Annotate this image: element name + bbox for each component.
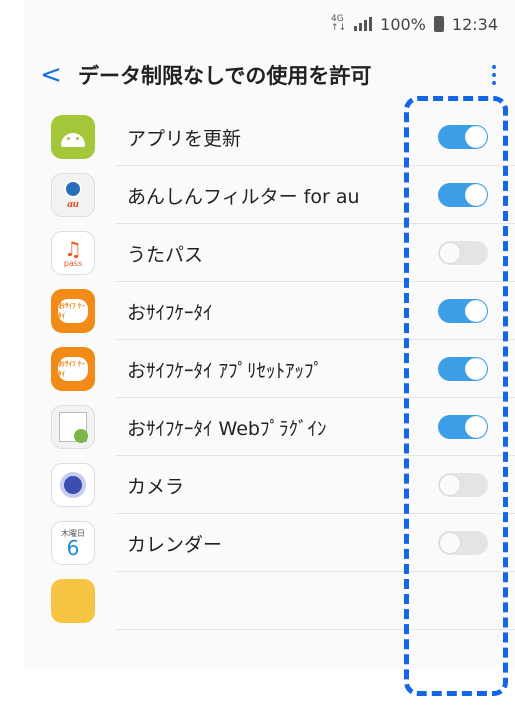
- app-partial-icon: [51, 579, 95, 623]
- app-name: アプリを更新: [127, 127, 242, 150]
- app-name: カレンダー: [127, 533, 223, 556]
- toggle-highlight-frame: [404, 96, 508, 696]
- app-name: あんしんフィルター for au: [127, 185, 360, 208]
- camera-icon: [51, 463, 95, 507]
- app-name: おｻｲﾌｹｰﾀｲ Webﾌﾟﾗｸﾞｲﾝ: [127, 417, 327, 440]
- more-options-icon[interactable]: [472, 65, 515, 85]
- battery-icon: [433, 16, 444, 32]
- app-name: うたパス: [127, 243, 204, 266]
- app-name: カメラ: [127, 475, 185, 498]
- osaifu-setup-icon: おｻｲﾌ ｹｰﾀｲ: [51, 347, 95, 391]
- app-name: おｻｲﾌｹｰﾀｲ: [127, 301, 213, 324]
- osaifu-icon: おｻｲﾌ ｹｰﾀｲ: [51, 289, 95, 333]
- clock: 12:34: [451, 14, 498, 34]
- app-name: おｻｲﾌｹｰﾀｲ ｱﾌﾟﾘｾｯﾄｱｯﾌﾟ: [127, 359, 324, 382]
- osaifu-web-icon: [51, 405, 95, 449]
- network-indicator: 4G ↑↓: [331, 15, 346, 33]
- calendar-icon: 木曜日 6: [51, 521, 95, 565]
- battery-level: 100%: [380, 14, 426, 34]
- network-activity: ↑↓: [331, 23, 347, 33]
- status-bar: 4G ↑↓ 100% 12:34: [24, 0, 515, 48]
- signal-icon: [354, 17, 373, 31]
- back-button[interactable]: <: [24, 60, 78, 90]
- back-arrow-icon: <: [40, 60, 62, 90]
- anshin-filter-icon: au: [51, 173, 95, 217]
- page-title: データ制限なしでの使用を許可: [78, 64, 372, 88]
- utapass-icon: ♫ pass: [51, 231, 95, 275]
- app-bar: < データ制限なしでの使用を許可: [24, 50, 515, 100]
- android-icon: [51, 115, 95, 159]
